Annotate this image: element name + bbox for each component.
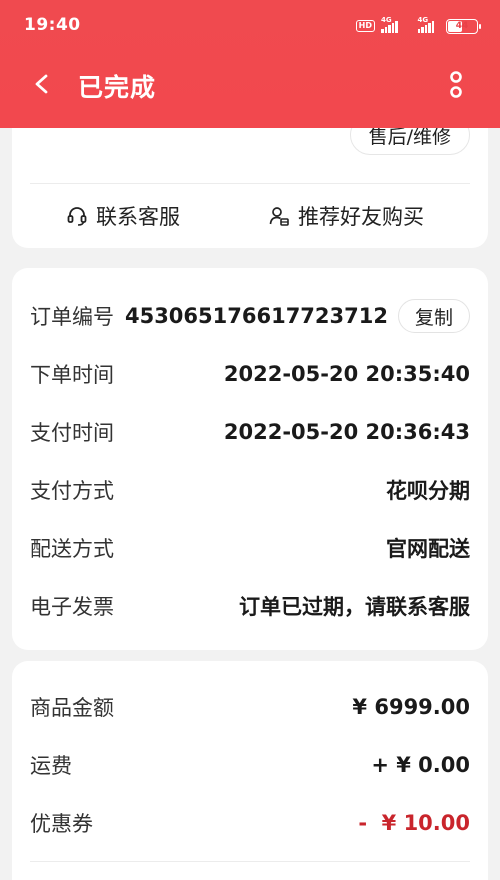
network-type-2: 4G bbox=[417, 16, 429, 24]
coupon-row: 优惠券 - ¥ 10.00 bbox=[30, 803, 470, 843]
shipping-label: 运费 bbox=[30, 754, 72, 778]
order-number-label: 订单编号 bbox=[30, 305, 114, 329]
delivery-label: 配送方式 bbox=[30, 537, 114, 561]
hd-voice-icon: HD bbox=[355, 20, 375, 32]
coupon-value: - ¥ 10.00 bbox=[358, 811, 470, 835]
user-share-icon bbox=[269, 207, 289, 226]
battery-level: 44 bbox=[455, 21, 469, 31]
order-time-label: 下单时间 bbox=[30, 363, 114, 387]
pay-time-value: 2022-05-20 20:36:43 bbox=[223, 420, 470, 444]
pay-method-label: 支付方式 bbox=[30, 479, 114, 503]
shipping-value: + ¥ 0.00 bbox=[371, 753, 470, 777]
order-info-card: 订单编号 453065176617723712 复制 下单时间 2022-05-… bbox=[12, 268, 488, 650]
app-header: 19:40 HD 4G 4G 44 已完成 bbox=[0, 0, 500, 128]
battery-icon: 44 bbox=[446, 18, 481, 34]
contact-service-label: 联系客服 bbox=[96, 205, 180, 229]
delivery-row: 配送方式 官网配送 bbox=[30, 528, 470, 568]
pay-method-row: 支付方式 花呗分期 bbox=[30, 470, 470, 510]
order-time-value: 2022-05-20 20:35:40 bbox=[223, 362, 470, 386]
headset-icon bbox=[67, 207, 87, 226]
divider bbox=[30, 183, 470, 184]
chevron-left-icon[interactable] bbox=[28, 70, 56, 98]
recommend-friend-label: 推荐好友购买 bbox=[298, 205, 424, 229]
system-icons: HD 4G 4G 44 bbox=[355, 16, 481, 35]
order-number-value: 453065176617723712 bbox=[124, 304, 388, 328]
order-number-row: 订单编号 453065176617723712 复制 bbox=[30, 296, 470, 336]
goods-amount-row: 商品金额 ¥ 6999.00 bbox=[30, 687, 470, 727]
pay-time-label: 支付时间 bbox=[30, 421, 114, 445]
shipping-row: 运费 + ¥ 0.00 bbox=[30, 745, 470, 785]
price-info-card: 商品金额 ¥ 6999.00 运费 + ¥ 0.00 优惠券 - ¥ 10.00 bbox=[12, 661, 488, 880]
invoice-label: 电子发票 bbox=[30, 595, 114, 619]
contact-service-button[interactable]: 联系客服 bbox=[66, 198, 180, 234]
recommend-friend-button[interactable]: 推荐好友购买 bbox=[268, 198, 424, 234]
signal-icon-1: 4G bbox=[381, 16, 398, 33]
coupon-label: 优惠券 bbox=[30, 812, 93, 836]
invoice-row: 电子发票 订单已过期，请联系客服 bbox=[30, 586, 470, 626]
status-time: 19:40 bbox=[24, 15, 81, 35]
order-time-row: 下单时间 2022-05-20 20:35:40 bbox=[30, 354, 470, 394]
network-type-1: 4G bbox=[381, 16, 392, 24]
goods-amount-value: ¥ 6999.00 bbox=[352, 695, 470, 719]
more-vertical-icon[interactable] bbox=[448, 70, 464, 100]
delivery-value: 官网配送 bbox=[386, 537, 470, 561]
page-title: 已完成 bbox=[78, 73, 157, 102]
nav-bar: 已完成 bbox=[0, 60, 500, 110]
divider bbox=[30, 861, 470, 862]
status-bar: 19:40 HD 4G 4G 44 bbox=[0, 0, 500, 52]
copy-button[interactable]: 复制 bbox=[397, 299, 470, 333]
signal-icon-2: 4G bbox=[417, 16, 434, 33]
pay-time-row: 支付时间 2022-05-20 20:36:43 bbox=[30, 412, 470, 452]
goods-amount-label: 商品金额 bbox=[30, 696, 114, 720]
invoice-value: 订单已过期，请联系客服 bbox=[239, 595, 470, 619]
pay-method-value: 花呗分期 bbox=[386, 479, 470, 503]
